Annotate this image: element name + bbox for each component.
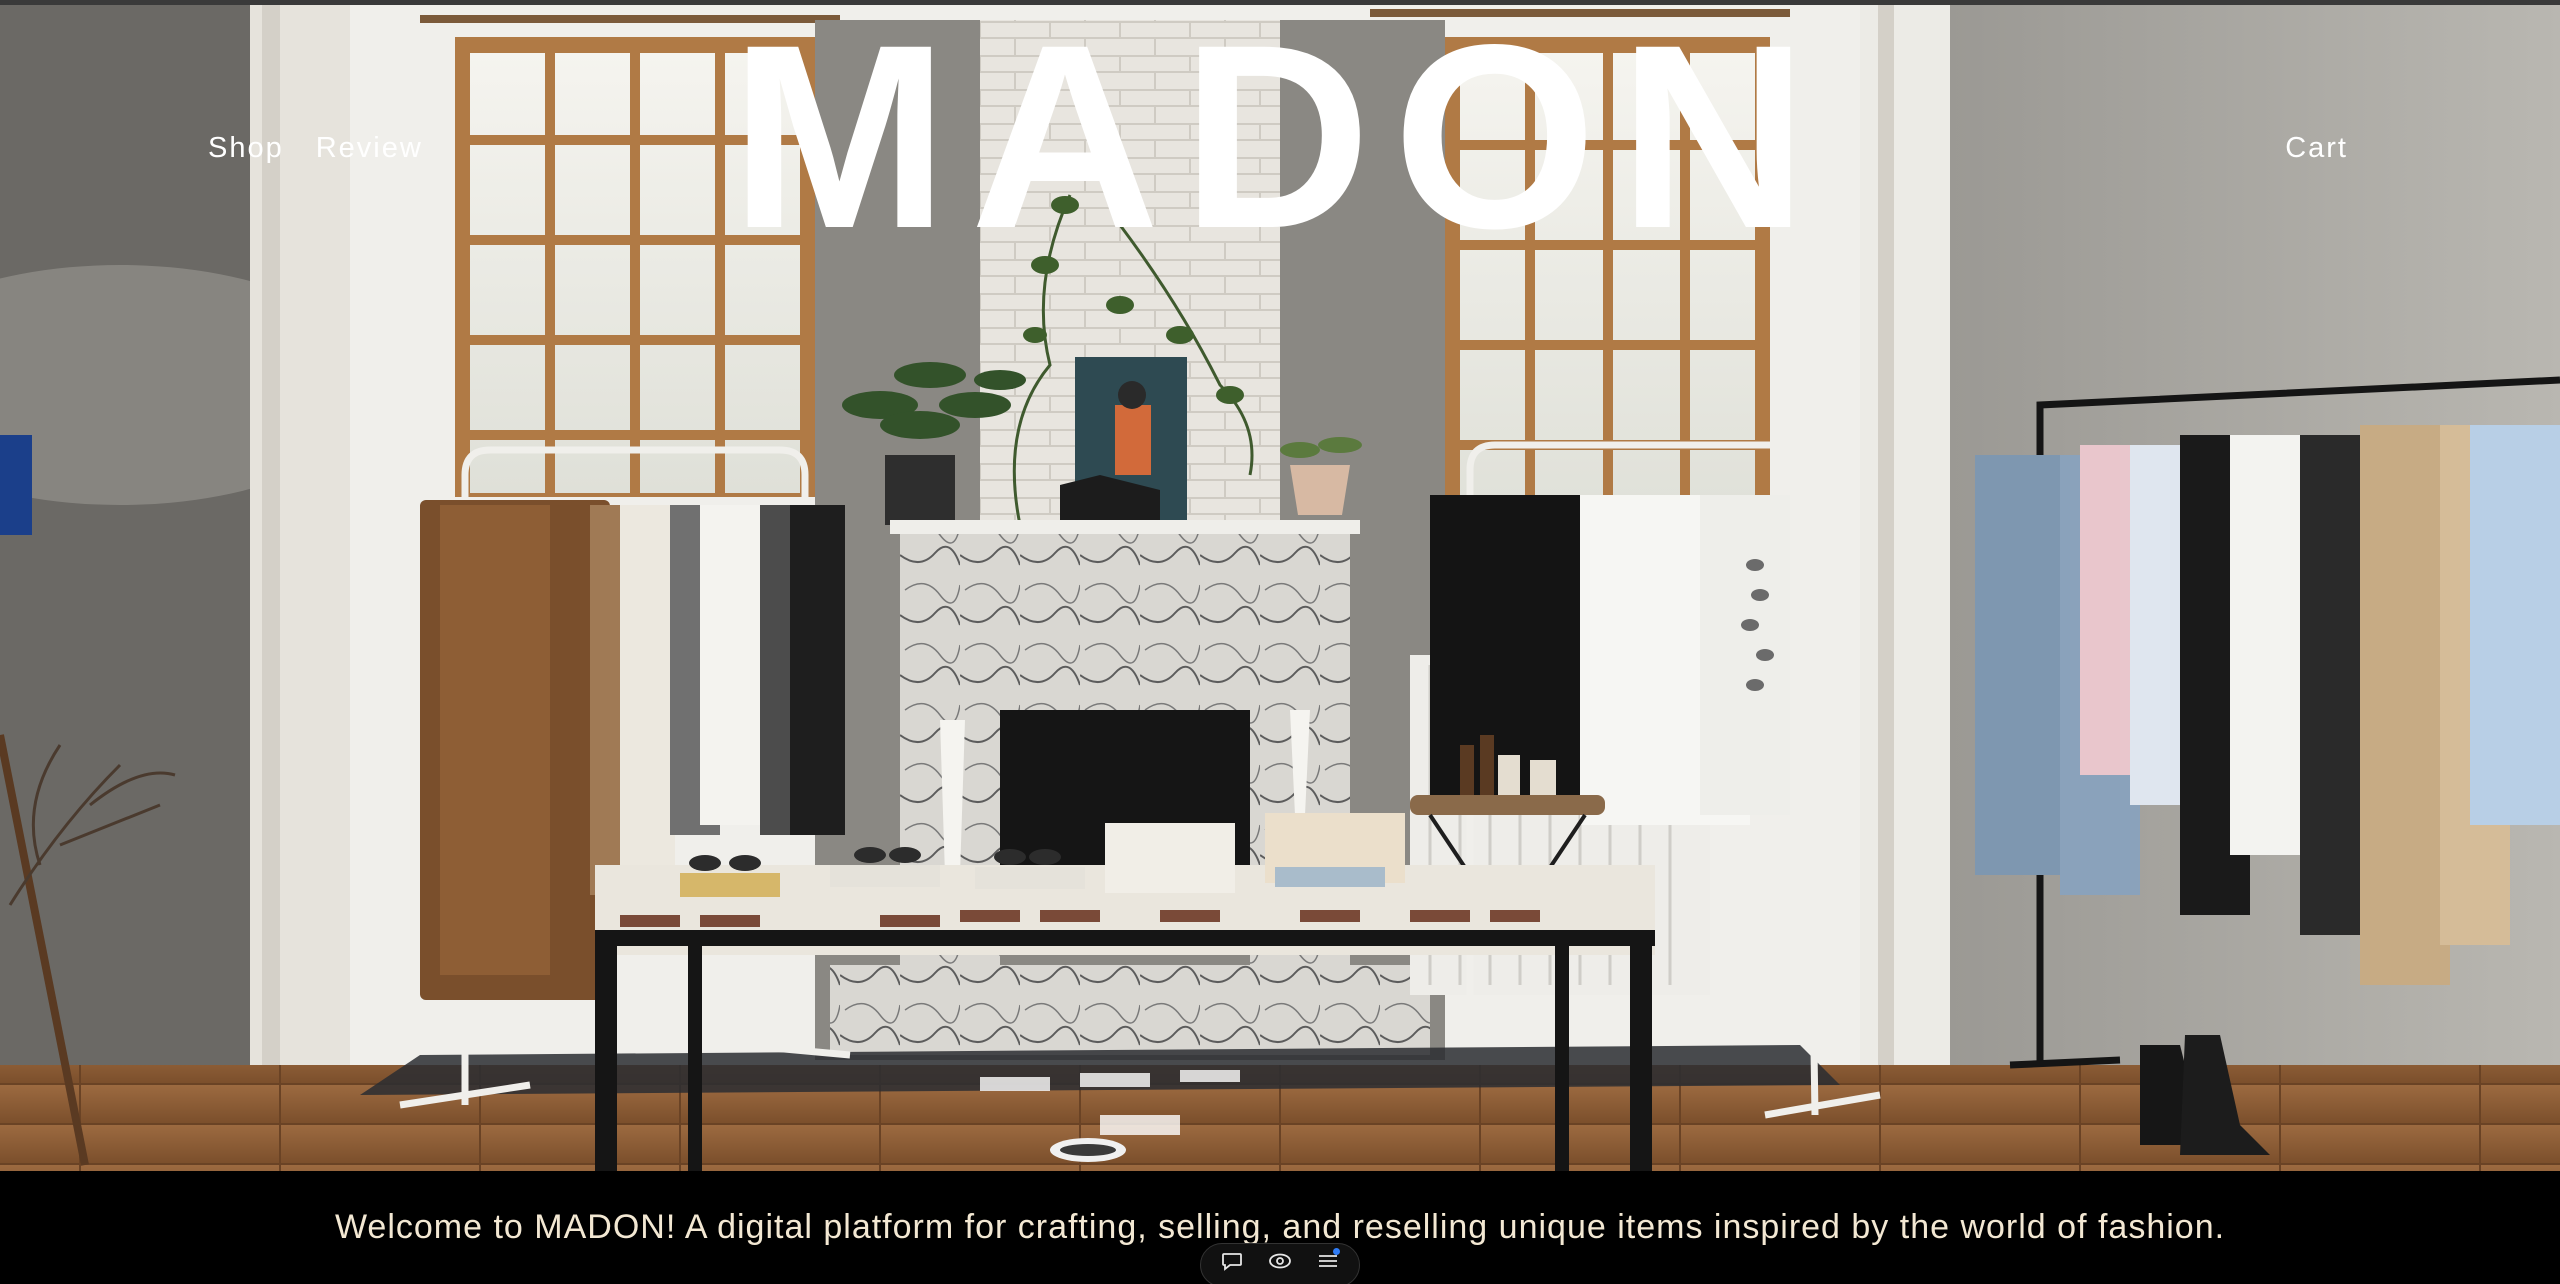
page: MADON Shop Review Cart Welcome to MADON!…: [0, 0, 2560, 1284]
nav-link-review[interactable]: Review: [316, 130, 423, 166]
chat-bubble-icon[interactable]: [1218, 1247, 1246, 1275]
notification-dot: [1333, 1248, 1340, 1255]
menu-icon[interactable]: [1314, 1247, 1342, 1275]
primary-nav: Shop Review: [208, 130, 423, 166]
eye-icon[interactable]: [1266, 1247, 1294, 1275]
cart-link[interactable]: Cart: [2285, 132, 2348, 164]
welcome-text: Welcome to MADON! A digital platform for…: [334, 1208, 2226, 1246]
floating-toolbar: [1200, 1243, 1360, 1284]
nav-link-shop[interactable]: Shop: [208, 130, 284, 166]
cart-nav: Cart: [2285, 130, 2348, 166]
